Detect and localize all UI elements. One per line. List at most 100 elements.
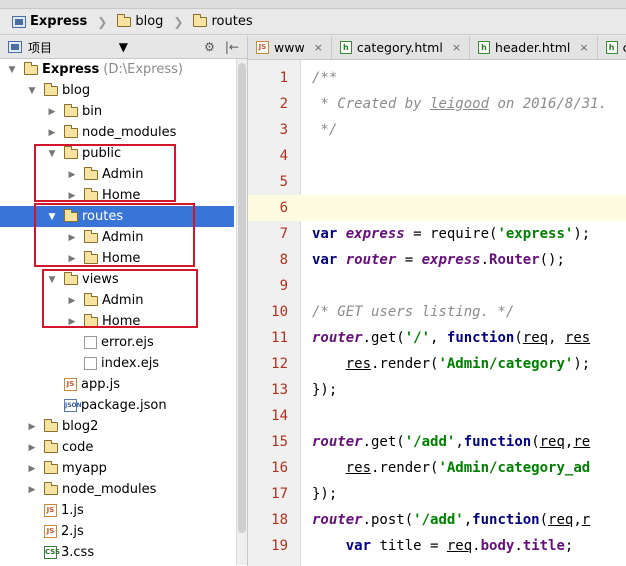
collapsed-arrow-icon[interactable]: ▶	[26, 443, 38, 453]
code-line[interactable]: 13});	[248, 377, 626, 403]
tree-item[interactable]: ▶ Home	[0, 185, 234, 206]
navigation-breadcrumb: Express ❯ blog ❯ routes	[0, 9, 626, 35]
tree-item[interactable]: ▼ blog	[0, 80, 234, 101]
tree-item[interactable]: ▶ Admin	[0, 290, 234, 311]
collapsed-arrow-icon[interactable]: ▶	[46, 128, 58, 138]
code-line[interactable]: 5	[248, 169, 626, 195]
expanded-arrow-icon[interactable]: ▼	[46, 212, 58, 222]
code-token: body	[480, 538, 515, 554]
tree-item[interactable]: ▶ Admin	[0, 227, 234, 248]
project-view-selector[interactable]: 项目 ▼	[28, 39, 128, 56]
tree-item-label: Admin	[102, 167, 144, 182]
editor-tab[interactable]: h category.html ×	[332, 36, 471, 59]
collapsed-arrow-icon[interactable]: ▶	[66, 233, 78, 243]
collapsed-arrow-icon[interactable]: ▶	[66, 191, 78, 201]
code-line[interactable]: 18 router.post('/add',function(req,r	[248, 507, 626, 533]
tree-item[interactable]: JSON package.json	[0, 395, 234, 416]
code-editor[interactable]: 1 /** 2 * Created by leigood on 2016/8/31.…	[248, 60, 626, 566]
collapsed-arrow-icon[interactable]: ▶	[66, 296, 78, 306]
tree-item[interactable]: ▶ node_modules	[0, 122, 234, 143]
breadcrumb-separator: ❯	[97, 14, 108, 29]
hide-pane-icon[interactable]: |←	[225, 40, 239, 54]
tree-item[interactable]: JS 1.js	[0, 500, 234, 521]
editor-tab[interactable]: h category	[598, 36, 626, 59]
breadcrumb-label: Express	[30, 14, 88, 29]
gear-icon[interactable]: ⚙	[204, 40, 215, 54]
code-line[interactable]: 3 */	[248, 117, 626, 143]
close-icon[interactable]: ×	[579, 41, 588, 54]
collapsed-arrow-icon[interactable]: ▶	[66, 254, 78, 264]
code-token: /* GET users listing. */	[312, 304, 515, 320]
line-number: 8	[279, 252, 288, 268]
code-token: var	[312, 252, 346, 268]
tree-item[interactable]: ▼ routes	[0, 206, 234, 227]
code-line[interactable]: 9	[248, 273, 626, 299]
tree-item[interactable]: ▼ views	[0, 269, 234, 290]
folder-icon	[64, 271, 78, 285]
code-token: express	[421, 252, 481, 268]
tree-item-label: Admin	[102, 293, 144, 308]
project-pane-header: 项目 ▼ ⚙ |←	[0, 36, 247, 59]
code-line[interactable]: 8 var router = express.Router();	[248, 247, 626, 273]
collapsed-arrow-icon[interactable]: ▶	[66, 170, 78, 180]
project-icon	[12, 15, 26, 28]
close-icon[interactable]: ×	[452, 41, 461, 54]
tree-item-label: public	[82, 146, 122, 161]
tree-item[interactable]: error.ejs	[0, 332, 234, 353]
code-line[interactable]: 7 var express = require('express');	[248, 221, 626, 247]
code-line[interactable]: 11 router.get('/', function(req, res	[248, 325, 626, 351]
breadcrumb-item-blog[interactable]: blog	[111, 12, 169, 32]
tree-item[interactable]: ▶ code	[0, 437, 234, 458]
code-line[interactable]: 15 router.get('/add',function(req,re	[248, 429, 626, 455]
code-line[interactable]: 10 /* GET users listing. */	[248, 299, 626, 325]
tree-item[interactable]: JS 2.js	[0, 521, 234, 542]
code-line[interactable]: 14	[248, 403, 626, 429]
folder-icon	[64, 145, 78, 159]
project-pane-scrollbar[interactable]	[236, 59, 247, 565]
tree-item[interactable]: JS app.js	[0, 374, 234, 395]
folder-icon	[84, 292, 98, 306]
collapsed-arrow-icon[interactable]: ▶	[26, 422, 38, 432]
line-number: 15	[271, 434, 288, 450]
tree-item[interactable]: ▶ node_modules	[0, 479, 234, 500]
code-line[interactable]: 2 * Created by leigood on 2016/8/31.	[248, 91, 626, 117]
tree-item[interactable]: ▶ myapp	[0, 458, 234, 479]
code-line[interactable]: 19 var title = req.body.title;	[248, 533, 626, 559]
expanded-arrow-icon[interactable]: ▼	[26, 86, 38, 96]
code-token: .render(	[371, 460, 439, 476]
tree-item[interactable]: CSS 3.css	[0, 542, 234, 563]
collapsed-arrow-icon[interactable]: ▶	[66, 317, 78, 327]
tree-item[interactable]: ▶ Admin	[0, 164, 234, 185]
code-token: .	[514, 538, 523, 554]
line-number: 9	[279, 278, 288, 294]
tree-item[interactable]: ▼ Express (D:\Express)	[0, 59, 234, 80]
tree-item[interactable]: index.ejs	[0, 353, 234, 374]
collapsed-arrow-icon[interactable]: ▶	[46, 107, 58, 117]
code-line[interactable]: 12 res.render('Admin/category');	[248, 351, 626, 377]
editor-tab[interactable]: JS www ×	[248, 36, 332, 59]
scrollbar-thumb[interactable]	[238, 63, 246, 533]
tree-item[interactable]: ▼ public	[0, 143, 234, 164]
expanded-arrow-icon[interactable]: ▼	[6, 65, 18, 75]
tree-item[interactable]: ▶ Home	[0, 311, 234, 332]
editor-tab[interactable]: h header.html ×	[470, 36, 598, 59]
tree-item[interactable]: ▶ Home	[0, 248, 234, 269]
code-line[interactable]: 1 /**	[248, 65, 626, 91]
html-file-icon: h	[478, 41, 491, 54]
expanded-arrow-icon[interactable]: ▼	[46, 275, 58, 285]
breadcrumb-item-express[interactable]: Express	[6, 12, 93, 32]
code-line[interactable]: 17});	[248, 481, 626, 507]
code-line[interactable]: 16 res.render('Admin/category_ad	[248, 455, 626, 481]
expanded-arrow-icon[interactable]: ▼	[46, 149, 58, 159]
close-icon[interactable]: ×	[314, 41, 323, 54]
collapsed-arrow-icon[interactable]: ▶	[26, 464, 38, 474]
collapsed-arrow-icon[interactable]: ▶	[26, 485, 38, 495]
tree-item[interactable]: ▶ blog2	[0, 416, 234, 437]
breadcrumb-item-routes[interactable]: routes	[187, 12, 258, 32]
code-line[interactable]: 4	[248, 143, 626, 169]
code-token: title =	[379, 538, 447, 554]
tree-item[interactable]: ▶ bin	[0, 101, 234, 122]
code-line[interactable]: 6	[248, 195, 626, 221]
tree-item-label: node_modules	[62, 482, 157, 497]
